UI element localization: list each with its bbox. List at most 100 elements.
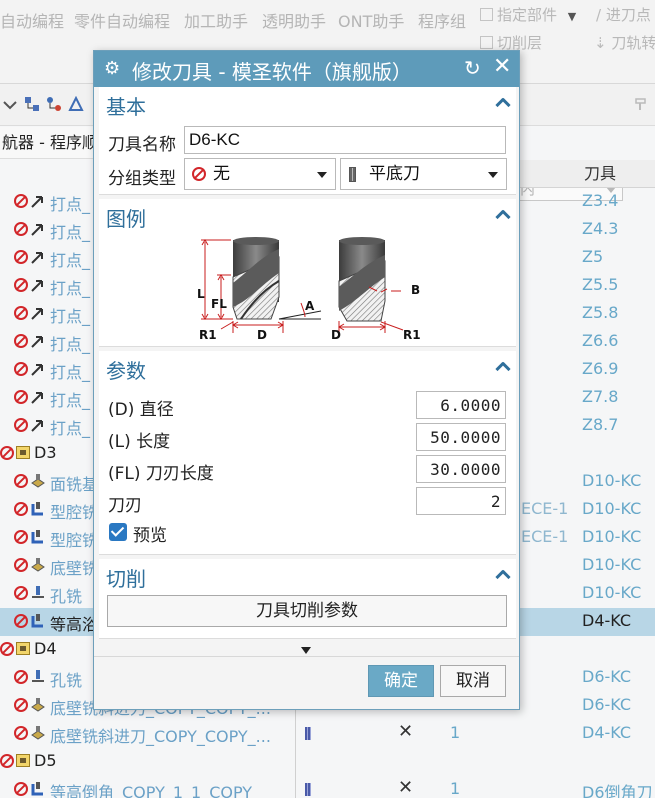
not-generated-icon xyxy=(14,530,28,544)
legend-label-d-right: D xyxy=(331,328,341,342)
diameter-input[interactable] xyxy=(416,391,506,419)
path-missing-mark: ✕ xyxy=(398,777,414,798)
parameters-section-header[interactable]: 参数 xyxy=(106,355,146,384)
preview-checkbox[interactable] xyxy=(109,523,127,541)
ribbon-item-part-auto-program[interactable]: 零件自动编程 xyxy=(74,8,170,32)
dropdown-icon[interactable] xyxy=(2,96,18,112)
not-generated-icon xyxy=(14,222,28,236)
length-label: (L) 长度 xyxy=(108,432,171,452)
legend-label-d-left: D xyxy=(257,328,267,342)
ribbon-item-program-group[interactable]: 程序组 xyxy=(418,8,466,32)
not-generated-icon xyxy=(0,642,14,656)
tree-row-group[interactable]: D5 xyxy=(0,748,655,776)
reset-icon[interactable]: ↻ xyxy=(464,56,481,80)
not-generated-icon xyxy=(14,194,28,208)
legend-section-header[interactable]: 图例 xyxy=(106,203,146,232)
not-generated-icon xyxy=(14,278,28,292)
tool-cutting-params-button[interactable]: 刀具切削参数 xyxy=(107,595,507,627)
program-group-icon xyxy=(16,642,30,655)
column-header-tool[interactable]: 刀具 xyxy=(578,160,655,188)
hole-mill-icon xyxy=(32,586,44,598)
ribbon-entry-point[interactable]: / 进刀点 xyxy=(596,4,651,25)
face-mill-icon xyxy=(31,474,45,488)
dropdown-arrow-icon: ▼ xyxy=(567,10,577,23)
program-group-icon xyxy=(16,754,30,767)
not-generated-icon xyxy=(14,362,28,376)
not-generated-icon xyxy=(14,670,28,684)
collapse-chevron-icon[interactable] xyxy=(496,569,510,579)
ribbon-item-ont-assistant[interactable]: ONT助手 xyxy=(338,8,404,32)
tool-diagram xyxy=(201,237,404,333)
program-view-icon[interactable] xyxy=(24,96,40,112)
gear-icon[interactable]: ⚙ xyxy=(104,60,120,78)
ok-button[interactable]: 确定 xyxy=(368,665,434,697)
ribbon-item-transparent-assistant[interactable]: 透明助手 xyxy=(262,8,326,32)
ribbon-item-machining-assistant[interactable]: 加工助手 xyxy=(184,8,248,32)
zlevel-icon xyxy=(31,782,43,796)
flutes-input[interactable] xyxy=(416,487,506,515)
app-window: 自动编程 零件自动编程 加工助手 透明助手 ONT助手 程序组 指定部件 ▼ /… xyxy=(0,0,655,798)
hole-mill-icon xyxy=(32,670,44,682)
cutting-section-header[interactable]: 切削 xyxy=(106,563,146,592)
tool-name-input[interactable] xyxy=(184,126,506,154)
floor-wall-mill-icon xyxy=(31,698,45,712)
ribbon-specify-part[interactable]: 指定部件 ▼ xyxy=(480,4,576,25)
flutes-label: 刀刃 xyxy=(108,496,142,516)
not-generated-icon xyxy=(14,474,28,488)
left-tool-view xyxy=(201,237,322,333)
cavity-mill-icon xyxy=(31,502,43,516)
spot-drill-icon xyxy=(31,420,43,432)
column-divider xyxy=(295,705,296,798)
not-generated-icon xyxy=(14,334,28,348)
close-icon[interactable]: ✕ xyxy=(493,54,511,79)
basic-section-header[interactable]: 基本 xyxy=(106,91,146,120)
collapse-chevron-icon[interactable] xyxy=(496,209,510,219)
dialog-title-bar[interactable]: ⚙ 修改刀具 - 模圣软件（旗舰版） ↻ ✕ xyxy=(94,51,519,87)
expand-more-icon[interactable] xyxy=(301,647,311,654)
not-generated-icon xyxy=(14,390,28,404)
length-input[interactable] xyxy=(416,423,506,451)
none-icon xyxy=(192,167,206,181)
collapse-chevron-icon[interactable] xyxy=(496,97,510,107)
diameter-label: (D) 直径 xyxy=(108,400,174,420)
spot-drill-icon xyxy=(31,280,43,292)
dropdown-arrow-icon xyxy=(488,172,498,178)
legend-label-r1-left: R1 xyxy=(199,328,217,342)
not-generated-icon xyxy=(14,782,28,796)
not-generated-icon xyxy=(14,698,28,712)
toolpath-icon: ⇣ xyxy=(594,34,612,52)
zlevel-icon xyxy=(31,614,43,628)
tool-type-select[interactable]: 平底刀 xyxy=(340,158,507,190)
tree-row[interactable]: 等高倒角_COPY_1_1_COPY ✕ 1 D6倒角刀 xyxy=(0,776,655,798)
dialog-title: 修改刀具 - 模圣软件（旗舰版） xyxy=(132,60,412,84)
not-generated-icon xyxy=(14,726,28,740)
ribbon-toolpath-convert[interactable]: ⇣ 刀轨转 xyxy=(594,32,655,53)
paint-icon[interactable] xyxy=(633,96,649,112)
flute-length-input[interactable] xyxy=(416,455,506,483)
tree-row[interactable]: 底壁铣斜进刀_COPY_COPY_... ✕ 1 D4-KC xyxy=(0,720,655,748)
not-generated-icon xyxy=(14,306,28,320)
navigator-title: 航器 - 程序顺 xyxy=(0,127,95,159)
group-type-select[interactable]: 无 xyxy=(184,158,336,190)
not-generated-icon xyxy=(14,586,28,600)
ribbon-item-auto-program[interactable]: 自动编程 xyxy=(0,8,64,32)
machine-view-icon[interactable] xyxy=(46,96,62,112)
spot-drill-icon xyxy=(31,252,43,264)
preview-label: 预览 xyxy=(133,526,167,546)
parameters-section: 参数 (D) 直径 (L) 长度 (FL) 刀刃长度 刀刃 预览 xyxy=(99,351,516,555)
cancel-button[interactable]: 取消 xyxy=(440,665,506,697)
not-generated-icon xyxy=(0,754,14,768)
group-type-label: 分组类型 xyxy=(108,169,176,189)
legend-label-b: B xyxy=(411,283,421,297)
dropdown-arrow-icon xyxy=(317,172,327,178)
spot-drill-icon xyxy=(31,392,43,404)
spot-drill-icon xyxy=(31,224,43,236)
cut-levels-icon xyxy=(480,36,493,49)
not-generated-icon xyxy=(0,446,14,460)
flute-length-label: (FL) 刀刃长度 xyxy=(108,464,214,484)
tool-name-label: 刀具名称 xyxy=(108,135,176,155)
collapse-chevron-icon[interactable] xyxy=(496,361,510,371)
legend-label-a: A xyxy=(305,299,315,313)
footer-divider xyxy=(94,656,519,657)
geometry-view-icon[interactable] xyxy=(68,96,84,112)
